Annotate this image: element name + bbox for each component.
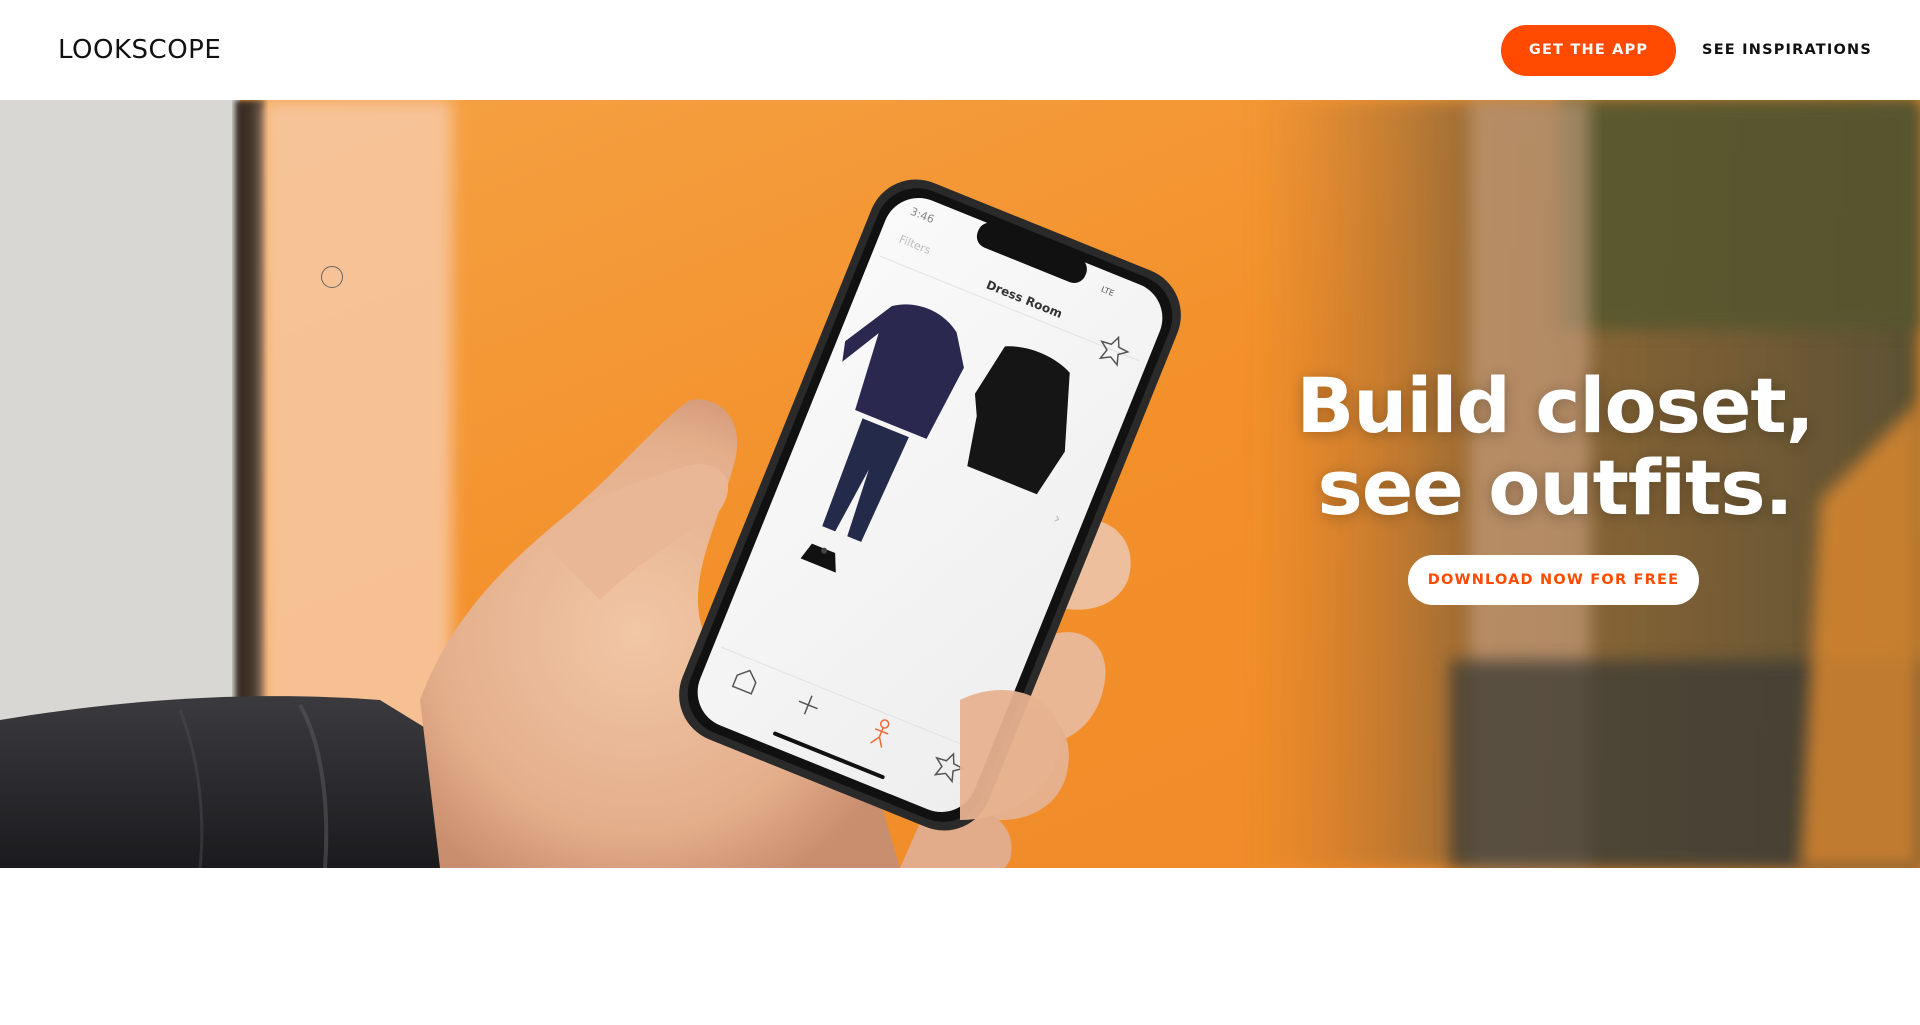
hero-headline-line-2: see outfits. — [1317, 443, 1794, 532]
get-the-app-button[interactable]: GET THE APP — [1501, 24, 1677, 76]
download-now-button[interactable]: DOWNLOAD NOW FOR FREE — [1408, 555, 1699, 605]
see-inspirations-link[interactable]: SEE INSPIRATIONS — [1702, 42, 1872, 58]
hero-section: 3:46 LTE Filters Dress Room › Build clos… — [0, 100, 1920, 868]
hero-headline-line-1: Build closet, — [1296, 361, 1814, 450]
logo[interactable]: LOOKSCOPE — [58, 35, 221, 65]
main-nav: GET THE APP SEE INSPIRATIONS — [1501, 24, 1872, 76]
hero-headline: Build closet, see outfits. — [1265, 365, 1845, 529]
cursor-indicator — [321, 266, 343, 288]
site-header: LOOKSCOPE GET THE APP SEE INSPIRATIONS — [0, 0, 1920, 100]
